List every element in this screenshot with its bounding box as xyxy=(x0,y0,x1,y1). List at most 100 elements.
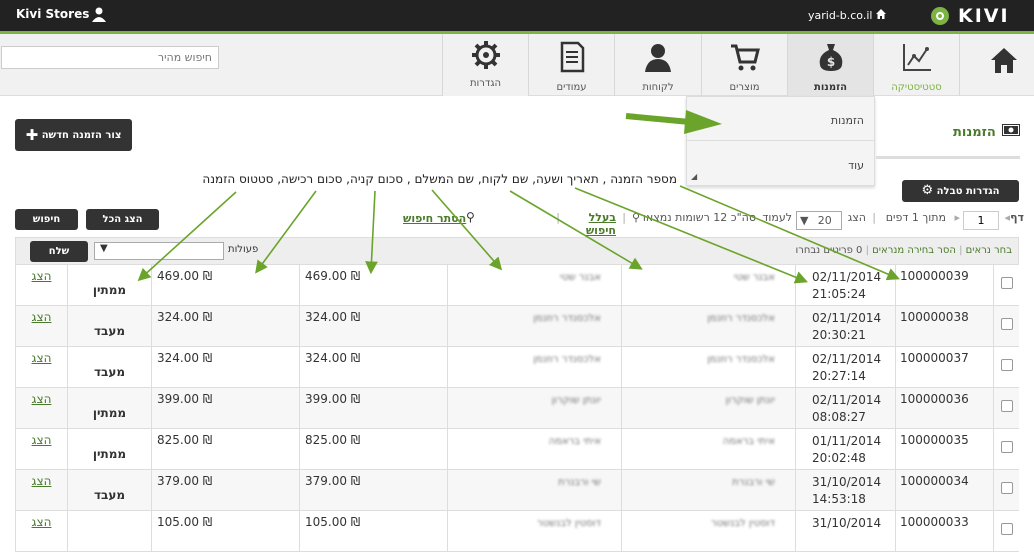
orders-table: הצג ממתין 469.00 ₪ 469.00 ₪ אבנר שטי אבנר שטי… xyxy=(15,265,1019,552)
order-status: ממתין xyxy=(67,429,151,470)
home-icon[interactable] xyxy=(875,8,887,23)
hide-search-link[interactable]: הסתר חיפוש xyxy=(403,212,466,225)
page-number-input[interactable] xyxy=(963,211,999,230)
row-checkbox[interactable] xyxy=(1001,523,1013,535)
order-total: 324.00 ₪ xyxy=(151,347,299,388)
clear-visible-link[interactable]: הסר בחירה מנראים xyxy=(872,245,956,256)
dropdown-item-orders[interactable]: הזמנות xyxy=(687,97,874,141)
svg-text:$: $ xyxy=(827,55,835,69)
order-date-text: 31/10/2014 xyxy=(812,516,882,530)
row-checkbox[interactable] xyxy=(1001,441,1013,453)
order-number[interactable]: 100000035 xyxy=(895,429,993,470)
customer-name: דוסטין לבנשטר xyxy=(621,511,795,552)
store-domain[interactable]: yarid-b.co.il xyxy=(808,9,872,22)
table-settings-button[interactable]: ⚙ הגדרות טבלה xyxy=(902,180,1019,202)
order-time-text: 08:08:27 xyxy=(812,410,866,424)
customer-name-text: איתי בראמה xyxy=(722,436,775,447)
view-order-link[interactable]: הצג xyxy=(15,470,67,511)
table-row[interactable]: הצג ממתין 469.00 ₪ 469.00 ₪ אבנר שטי אבנר שטי… xyxy=(15,265,1019,306)
nav-home[interactable] xyxy=(959,34,1034,96)
order-time-text: 14:53:18 xyxy=(812,492,866,506)
nav-products[interactable]: מוצרים xyxy=(701,34,787,96)
quick-search-input[interactable] xyxy=(1,46,219,69)
separator: | xyxy=(872,211,876,224)
table-row[interactable]: הצג ממתין 399.00 ₪ 399.00 ₪ יונתן שוקרון יונת… xyxy=(15,388,1019,429)
order-status: ממתין xyxy=(67,265,151,306)
show-label: הצג xyxy=(847,211,866,224)
order-number[interactable]: 100000034 xyxy=(895,470,993,511)
chart-icon xyxy=(903,44,931,71)
money-bag-icon: $ xyxy=(819,44,843,71)
nav-statistics[interactable]: סטטיסטיקה xyxy=(873,34,959,96)
order-number[interactable]: 100000038 xyxy=(895,306,993,347)
payer-name: אלכסנדר רוזנמן xyxy=(447,347,621,388)
next-page-icon[interactable]: ▸ xyxy=(954,211,960,224)
order-sum: 324.00 ₪ xyxy=(299,347,447,388)
view-order-link[interactable]: הצג xyxy=(15,511,67,552)
order-number[interactable]: 100000036 xyxy=(895,388,993,429)
row-checkbox[interactable] xyxy=(1001,277,1013,289)
selection-links: בחר נראים | הסר בחירה מנראים | 0 פריטים … xyxy=(795,245,1013,256)
select-visible-link[interactable]: בחר נראים xyxy=(966,245,1012,256)
order-total: 379.00 ₪ xyxy=(151,470,299,511)
order-number[interactable]: 100000037 xyxy=(895,347,993,388)
advanced-search-link[interactable]: בעלל חיפוש xyxy=(556,211,616,237)
person-icon xyxy=(645,44,671,72)
table-row[interactable]: הצג 105.00 ₪ 105.00 ₪ דוסטין לבנשטר דוסטין ל… xyxy=(15,511,1019,552)
view-order-link[interactable]: הצג xyxy=(15,388,67,429)
table-row[interactable]: הצג מעבד 324.00 ₪ 324.00 ₪ אלכסנדר רוזנמן אלכ… xyxy=(15,347,1019,388)
view-order-link[interactable]: הצג xyxy=(15,306,67,347)
nav-orders[interactable]: $ הזמנות xyxy=(787,34,873,96)
dropdown-item-more[interactable]: עוד xyxy=(687,142,874,186)
per-page-select[interactable]: ▼ 20 xyxy=(796,211,842,230)
show-all-button[interactable]: הצג הכל xyxy=(86,209,159,230)
prev-page-icon[interactable]: ◂ xyxy=(1004,211,1010,224)
main-nav: סטטיסטיקה $ הזמנות מוצרים לקוחות עמודים … xyxy=(0,34,1034,96)
of-pages-text: מתוך 1 דפים xyxy=(885,211,946,224)
row-checkbox[interactable] xyxy=(1001,359,1013,371)
row-checkbox[interactable] xyxy=(1001,318,1013,330)
actions-select[interactable]: ▼ xyxy=(94,242,224,260)
view-order-link[interactable]: הצג xyxy=(15,429,67,470)
actions-label: פעולות xyxy=(228,244,259,255)
row-select xyxy=(993,265,1019,306)
payer-name-text: אלכסנדר רוזנמן xyxy=(533,313,601,324)
user-icon[interactable] xyxy=(91,6,107,25)
table-row[interactable]: הצג ממתין 825.00 ₪ 825.00 ₪ איתי בראמה איתי ב… xyxy=(15,429,1019,470)
resize-icon: ◢ xyxy=(691,172,698,181)
order-total: 105.00 ₪ xyxy=(151,511,299,552)
orders-dropdown: הזמנות עוד ◢ xyxy=(686,96,875,186)
separator: | xyxy=(556,211,560,224)
order-total: 469.00 ₪ xyxy=(151,265,299,306)
nav-settings[interactable]: הגדרות xyxy=(442,34,528,96)
nav-customers[interactable]: לקוחות xyxy=(614,34,701,96)
view-order-link[interactable]: הצג xyxy=(15,347,67,388)
order-status xyxy=(67,511,151,552)
send-button[interactable]: שלח xyxy=(30,241,88,262)
separator: | xyxy=(622,211,626,224)
table-row[interactable]: הצג מעבד 379.00 ₪ 379.00 ₪ שי ורבנרת שי ורבנר… xyxy=(15,470,1019,511)
row-select xyxy=(993,347,1019,388)
new-order-button[interactable]: ✚ צור הזמנה חדשה xyxy=(15,119,132,151)
plus-icon: ✚ xyxy=(25,126,39,144)
nav-label: הזמנות xyxy=(814,82,847,93)
table-row[interactable]: הצג מעבד 324.00 ₪ 324.00 ₪ אלכסנדר רוזנמן אלכ… xyxy=(15,306,1019,347)
payer-name-text: שי ורבנרת xyxy=(558,477,601,488)
payer-name-text: איתי בראמה xyxy=(548,436,601,447)
order-number[interactable]: 100000039 xyxy=(895,265,993,306)
row-checkbox[interactable] xyxy=(1001,400,1013,412)
order-status: מעבד xyxy=(67,306,151,347)
payer-name-text: אלכסנדר רוזנמן xyxy=(533,354,601,365)
order-date: 02/11/2014 21:05:24 xyxy=(795,265,895,306)
view-order-link[interactable]: הצג xyxy=(15,265,67,306)
per-page-label: לעמוד xyxy=(762,211,792,224)
payer-name-text: דוסטין לבנשטר xyxy=(537,518,601,529)
payer-name: דוסטין לבנשטר xyxy=(447,511,621,552)
order-date: 01/11/2014 20:02:48 xyxy=(795,429,895,470)
order-number[interactable]: 100000033 xyxy=(895,511,993,552)
annotation-text: מספר הזמנה , תאריך ושעה, שם לקוח, שם המש… xyxy=(202,172,677,186)
nav-pages[interactable]: עמודים xyxy=(528,34,614,96)
customer-name-text: אלכסנדר רוזנמן xyxy=(707,354,775,365)
row-checkbox[interactable] xyxy=(1001,482,1013,494)
find-button[interactable]: חיפוש xyxy=(15,209,78,230)
